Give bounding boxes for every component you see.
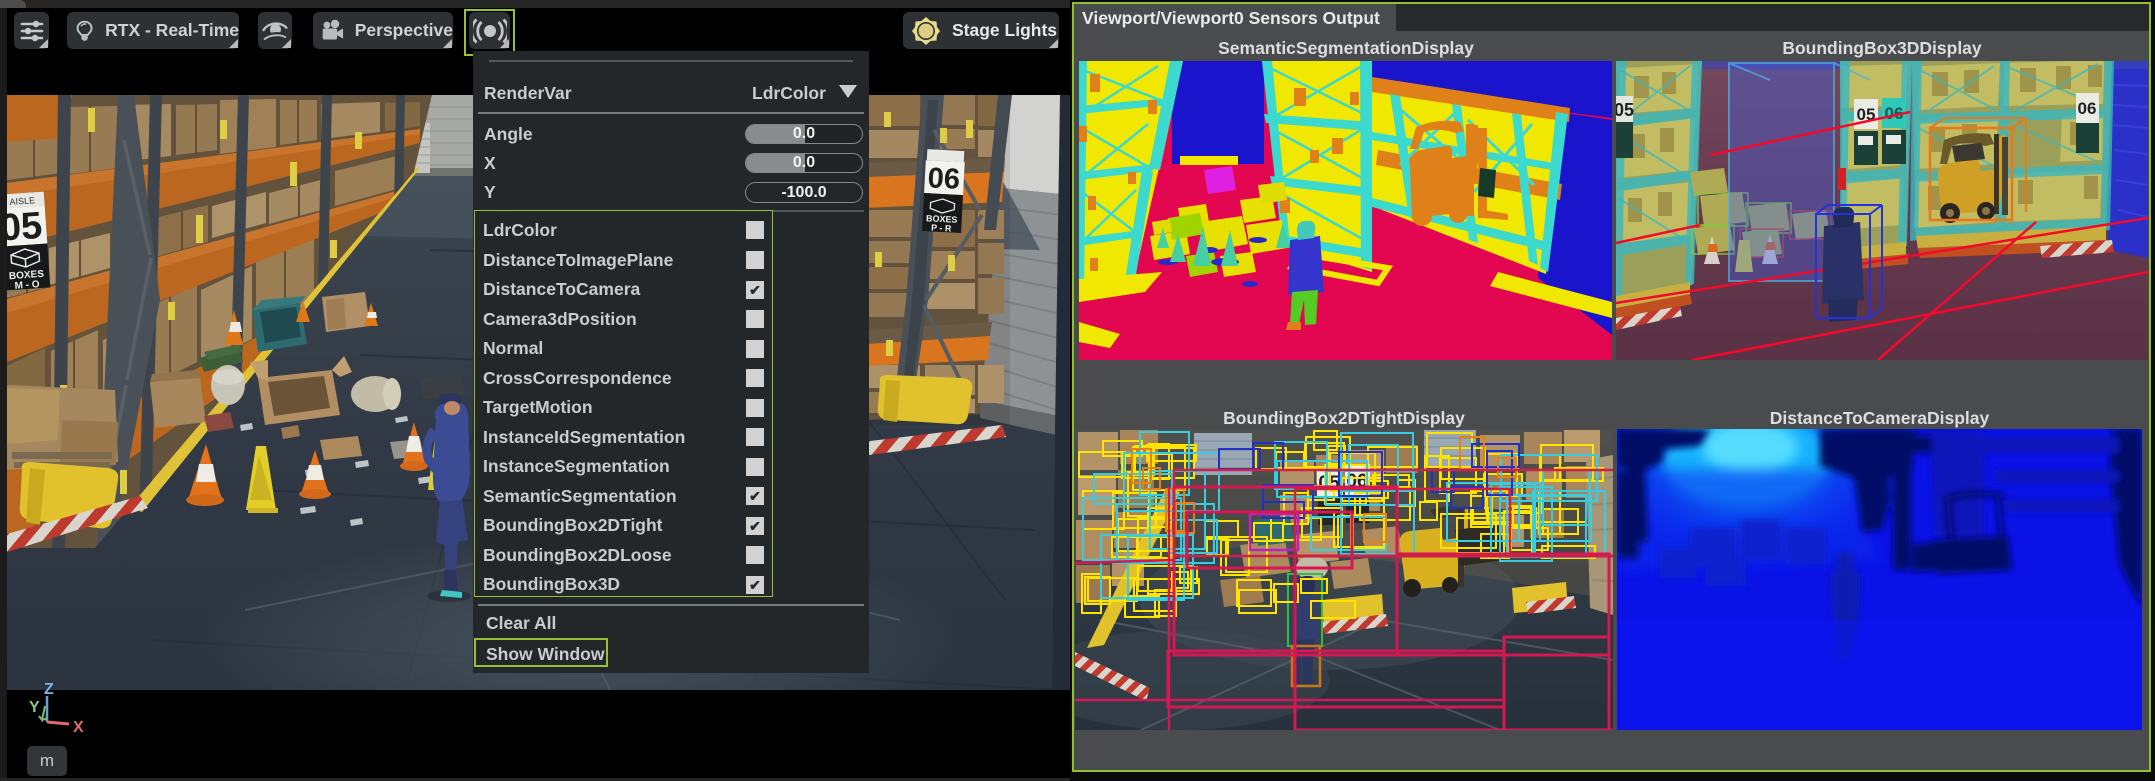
svg-text:Z: Z	[44, 681, 54, 698]
svg-text:M - O: M - O	[14, 279, 40, 292]
svg-text:Y: Y	[29, 699, 40, 716]
svg-text:05: 05	[7, 205, 44, 250]
svg-text:05: 05	[1616, 100, 1634, 120]
svg-text:X: X	[73, 719, 84, 736]
svg-text:P - R: P - R	[931, 222, 952, 233]
svg-text:06: 06	[927, 162, 961, 196]
svg-text:06: 06	[2078, 99, 2097, 118]
